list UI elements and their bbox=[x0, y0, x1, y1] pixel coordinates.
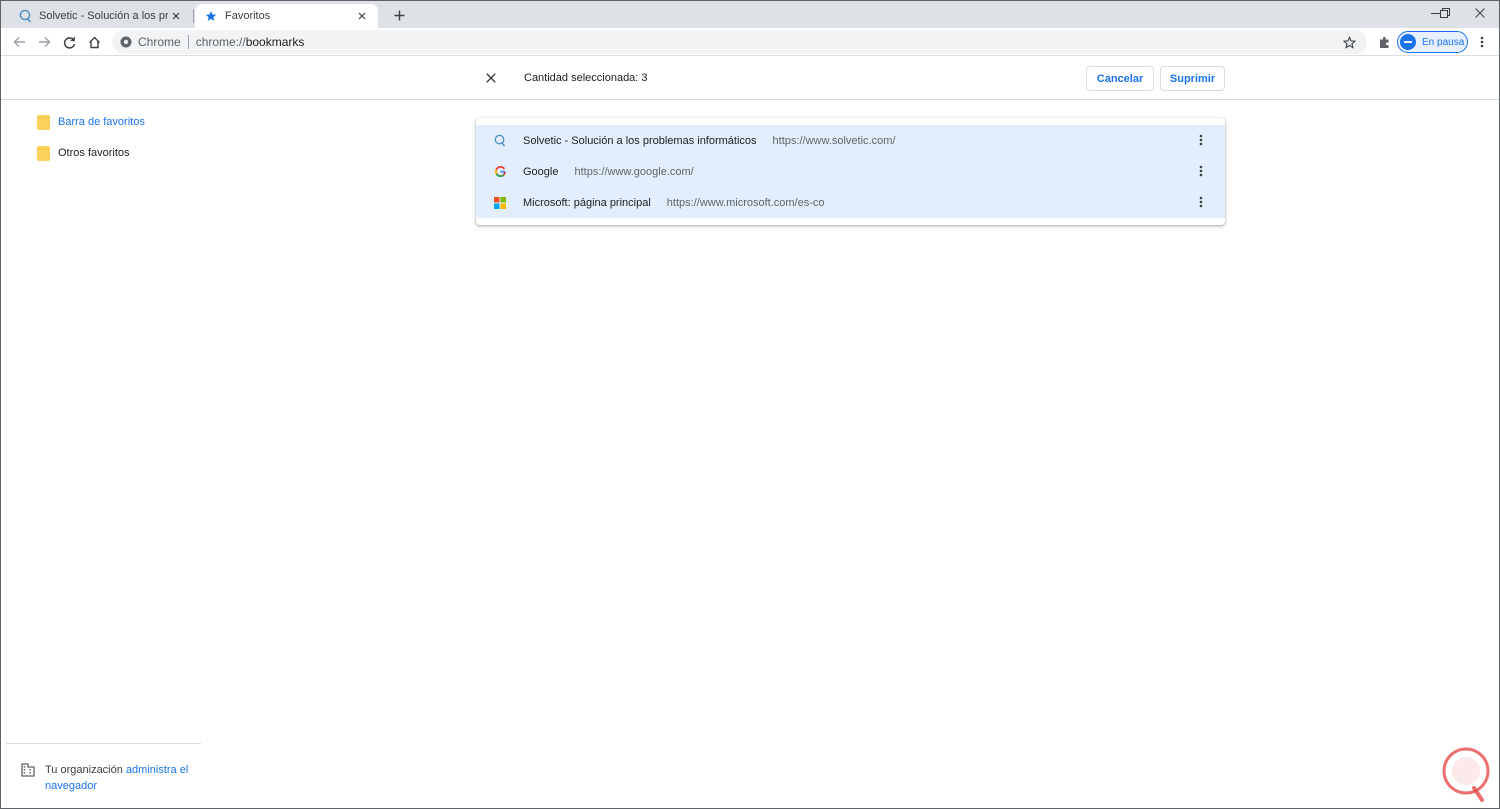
selection-toolbar: Cantidad seleccionada: 3 Cancelar Suprim… bbox=[1, 57, 1499, 100]
tab-favoritos[interactable]: Favoritos bbox=[195, 4, 378, 28]
bookmark-title: Google bbox=[523, 165, 559, 178]
puzzle-icon bbox=[1379, 36, 1388, 48]
plus-icon bbox=[394, 10, 404, 20]
bookmarks-list: Solvetic - Solución a los problemas info… bbox=[476, 118, 1225, 225]
chrome-logo-icon bbox=[120, 36, 132, 48]
bookmark-row-microsoft[interactable]: Microsoft: página principal https://www.… bbox=[476, 187, 1225, 218]
clear-selection-button[interactable] bbox=[482, 69, 500, 87]
managed-prefix: Tu organización bbox=[45, 764, 123, 776]
restore-icon bbox=[1440, 8, 1450, 18]
google-g-icon bbox=[493, 165, 507, 179]
bookmark-row-solvetic[interactable]: Solvetic - Solución a los problemas info… bbox=[476, 125, 1225, 156]
folder-icon bbox=[37, 145, 50, 161]
more-vert-icon bbox=[1199, 196, 1203, 208]
solvetic-watermark-icon bbox=[1436, 744, 1496, 804]
tab-title: Solvetic - Solución a los problem bbox=[39, 10, 168, 22]
tab-separator bbox=[193, 9, 194, 23]
star-icon bbox=[203, 8, 219, 24]
bookmark-url: https://www.microsoft.com/es-co bbox=[666, 196, 825, 209]
address-bar[interactable]: Chrome chrome://bookmarks bbox=[112, 30, 1367, 54]
tab-strip: Solvetic - Solución a los problem Favori… bbox=[1, 1, 1499, 28]
home-button[interactable] bbox=[84, 32, 104, 52]
back-button[interactable] bbox=[9, 32, 29, 52]
home-icon bbox=[88, 36, 100, 48]
folder-label: Barra de favoritos bbox=[58, 116, 145, 128]
url-scheme: chrome:// bbox=[195, 35, 246, 49]
browser-toolbar: Chrome chrome://bookmarks En pausa bbox=[1, 28, 1499, 56]
bookmark-url: https://www.google.com/ bbox=[574, 165, 694, 178]
bookmark-star-button[interactable] bbox=[1339, 32, 1359, 52]
more-actions-button[interactable] bbox=[1193, 163, 1209, 179]
bookmark-title: Solvetic - Solución a los problemas info… bbox=[523, 134, 757, 147]
star-outline-icon bbox=[1342, 35, 1356, 49]
sidebar-item-otros-favoritos[interactable]: Otros favoritos bbox=[37, 143, 130, 163]
profile-status-label: En pausa bbox=[1422, 36, 1465, 48]
omnibox-chrome-label: Chrome bbox=[138, 35, 181, 49]
forward-button[interactable] bbox=[34, 32, 54, 52]
restore-button[interactable] bbox=[1428, 1, 1462, 25]
close-icon bbox=[1475, 8, 1485, 18]
browser-menu-button[interactable] bbox=[1472, 32, 1492, 52]
bookmark-title: Microsoft: página principal bbox=[523, 196, 651, 209]
managed-text: Tu organización administra el navegador bbox=[45, 762, 196, 794]
solvetic-logo-icon bbox=[17, 8, 33, 24]
more-vert-icon bbox=[1199, 165, 1203, 177]
reload-icon bbox=[63, 36, 75, 49]
profile-paused-chip[interactable]: En pausa bbox=[1397, 31, 1468, 53]
managed-browser-notice: Tu organización administra el navegador bbox=[21, 762, 196, 794]
omnibox-separator bbox=[187, 35, 189, 49]
cancel-button[interactable]: Cancelar bbox=[1086, 66, 1154, 91]
folder-icon bbox=[37, 114, 50, 130]
bookmark-row-google[interactable]: Google https://www.google.com/ bbox=[476, 156, 1225, 187]
arrow-right-icon bbox=[38, 36, 51, 48]
close-tab-icon[interactable] bbox=[354, 8, 370, 24]
selection-count: Cantidad seleccionada: 3 bbox=[524, 72, 648, 84]
browser-window: Solvetic - Solución a los problem Favori… bbox=[0, 0, 1500, 809]
solvetic-logo-icon bbox=[493, 134, 507, 148]
delete-button[interactable]: Suprimir bbox=[1160, 66, 1225, 91]
more-vert-icon bbox=[1199, 134, 1203, 146]
arrow-left-icon bbox=[12, 36, 25, 48]
more-vert-icon bbox=[1480, 36, 1484, 48]
tab-solvetic[interactable]: Solvetic - Solución a los problem bbox=[9, 4, 192, 28]
more-actions-button[interactable] bbox=[1193, 132, 1209, 148]
avatar bbox=[1400, 34, 1416, 50]
tab-title: Favoritos bbox=[225, 10, 271, 22]
sidebar-item-barra-de-favoritos[interactable]: Barra de favoritos bbox=[37, 112, 145, 132]
sidebar-divider bbox=[6, 743, 201, 744]
folder-label: Otros favoritos bbox=[58, 147, 130, 159]
folder-sidebar: Barra de favoritos Otros favoritos bbox=[1, 101, 201, 808]
url-path: bookmarks bbox=[245, 35, 305, 49]
bookmark-url: https://www.solvetic.com/ bbox=[772, 134, 896, 147]
close-icon bbox=[486, 73, 496, 83]
extensions-button[interactable] bbox=[1374, 32, 1394, 52]
new-tab-button[interactable] bbox=[389, 5, 409, 25]
reload-button[interactable] bbox=[59, 32, 79, 52]
building-icon bbox=[21, 763, 35, 777]
close-window-button[interactable] bbox=[1463, 1, 1497, 25]
more-actions-button[interactable] bbox=[1193, 194, 1209, 210]
microsoft-logo-icon bbox=[493, 196, 507, 210]
close-tab-icon[interactable] bbox=[168, 8, 184, 24]
